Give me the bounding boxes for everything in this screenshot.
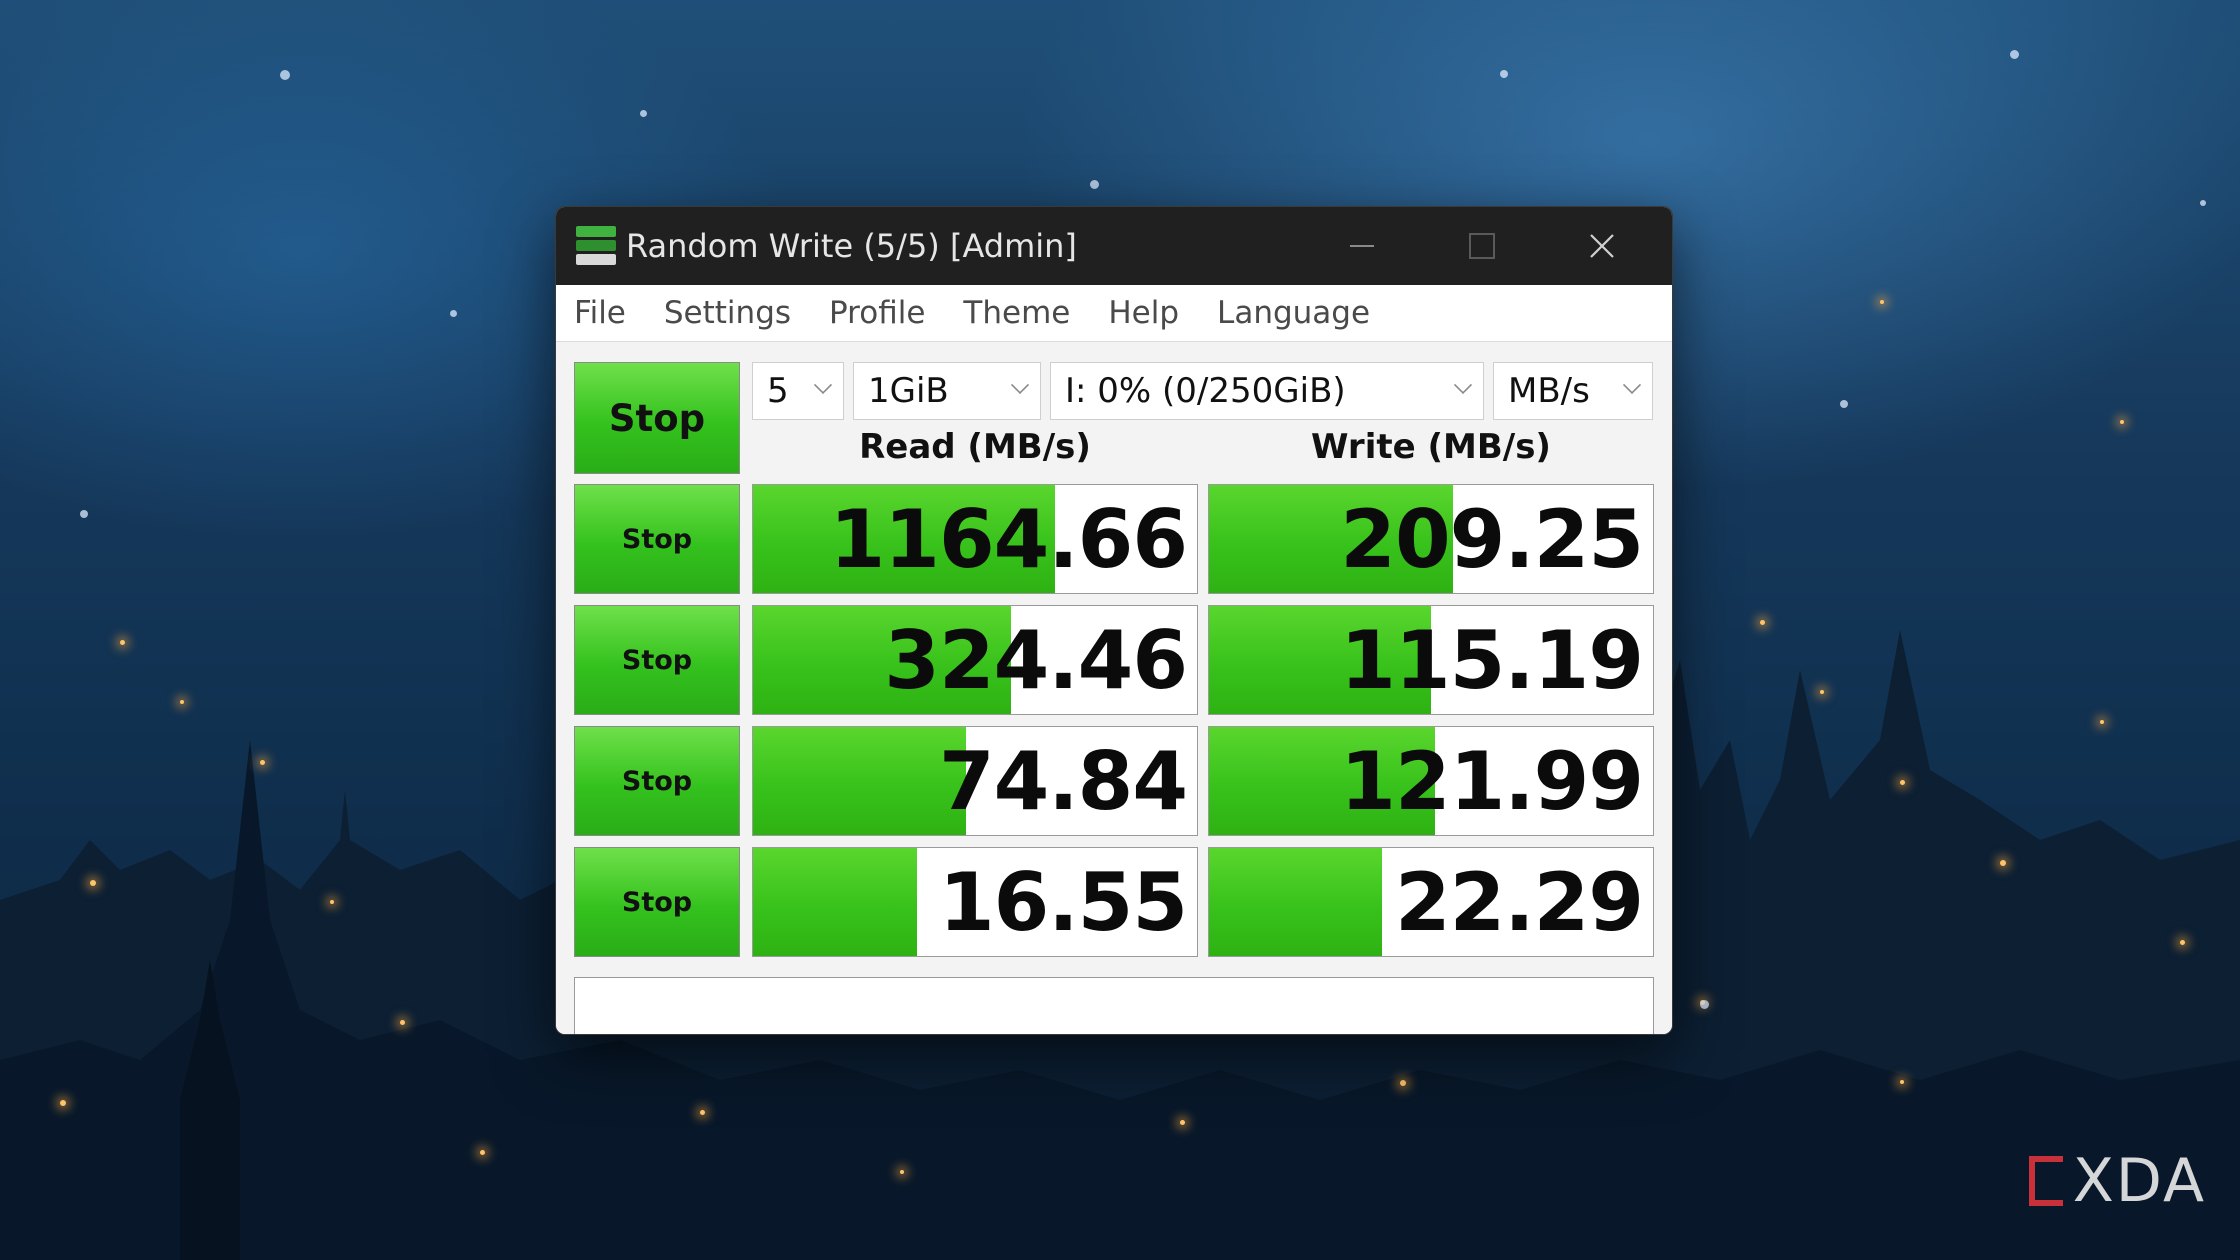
stop-test-3-button[interactable]: Stop <box>574 726 740 836</box>
close-icon <box>1590 234 1614 258</box>
window-title: Random Write (5/5) [Admin] <box>626 227 1077 265</box>
chevron-down-icon <box>1010 375 1030 395</box>
chevron-down-icon <box>1622 375 1642 395</box>
crystaldiskmark-icon <box>574 224 618 268</box>
read-result-1: 1164.66 <box>752 484 1198 594</box>
minimize-icon <box>1350 245 1374 247</box>
read-value-2: 324.46 <box>884 613 1188 707</box>
menu-settings[interactable]: Settings <box>664 295 791 331</box>
read-result-2: 324.46 <box>752 605 1198 715</box>
read-header: Read (MB/s) <box>859 427 1091 467</box>
menu-bar: File Settings Profile Theme Help Languag… <box>556 285 1672 342</box>
menu-help[interactable]: Help <box>1108 295 1179 331</box>
write-bar-4 <box>1209 848 1383 956</box>
write-result-3: 121.99 <box>1208 726 1654 836</box>
chevron-down-icon <box>1453 375 1473 395</box>
read-value-4: 16.55 <box>938 855 1188 949</box>
read-bar-3 <box>753 727 967 835</box>
stop-all-button[interactable]: Stop <box>574 362 740 474</box>
stop-test-1-button[interactable]: Stop <box>574 484 740 594</box>
title-bar[interactable]: Random Write (5/5) [Admin] <box>556 207 1672 285</box>
read-bar-4 <box>753 848 918 956</box>
unit-value: MB/s <box>1508 371 1590 411</box>
stop-test-2-button[interactable]: Stop <box>574 605 740 715</box>
unit-select[interactable]: MB/s <box>1493 362 1653 420</box>
write-result-1: 209.25 <box>1208 484 1654 594</box>
write-result-2: 115.19 <box>1208 605 1654 715</box>
test-count-select[interactable]: 5 <box>752 362 844 420</box>
menu-language[interactable]: Language <box>1217 295 1370 331</box>
benchmark-panel: Stop 5 1GiB I: 0% (0/250GiB) MB/s Read (… <box>556 342 1672 1034</box>
maximize-button[interactable] <box>1422 207 1542 285</box>
write-result-4: 22.29 <box>1208 847 1654 957</box>
read-result-3: 74.84 <box>752 726 1198 836</box>
drive-select[interactable]: I: 0% (0/250GiB) <box>1050 362 1484 420</box>
write-value-2: 115.19 <box>1340 613 1644 707</box>
test-size-select[interactable]: 1GiB <box>853 362 1041 420</box>
maximize-icon <box>1469 233 1495 259</box>
xda-logo-icon <box>2028 1156 2063 1206</box>
xda-watermark-text: XDA <box>2072 1146 2206 1216</box>
menu-theme[interactable]: Theme <box>963 295 1070 331</box>
read-result-4: 16.55 <box>752 847 1198 957</box>
test-count-value: 5 <box>767 371 789 411</box>
minimize-button[interactable] <box>1302 207 1422 285</box>
write-header: Write (MB/s) <box>1311 427 1551 467</box>
write-value-4: 22.29 <box>1394 855 1644 949</box>
read-value-3: 74.84 <box>938 734 1188 828</box>
menu-file[interactable]: File <box>574 295 626 331</box>
write-value-1: 209.25 <box>1340 492 1644 586</box>
write-value-3: 121.99 <box>1340 734 1644 828</box>
chevron-down-icon <box>813 375 833 395</box>
stop-test-4-button[interactable]: Stop <box>574 847 740 957</box>
menu-profile[interactable]: Profile <box>829 295 925 331</box>
test-size-value: 1GiB <box>868 371 949 411</box>
close-button[interactable] <box>1542 207 1662 285</box>
comment-field[interactable] <box>574 977 1654 1034</box>
xda-watermark: XDA <box>2028 1146 2206 1216</box>
app-window: Random Write (5/5) [Admin] File Settings… <box>555 206 1673 1035</box>
read-value-1: 1164.66 <box>829 492 1188 586</box>
drive-value: I: 0% (0/250GiB) <box>1065 371 1346 411</box>
